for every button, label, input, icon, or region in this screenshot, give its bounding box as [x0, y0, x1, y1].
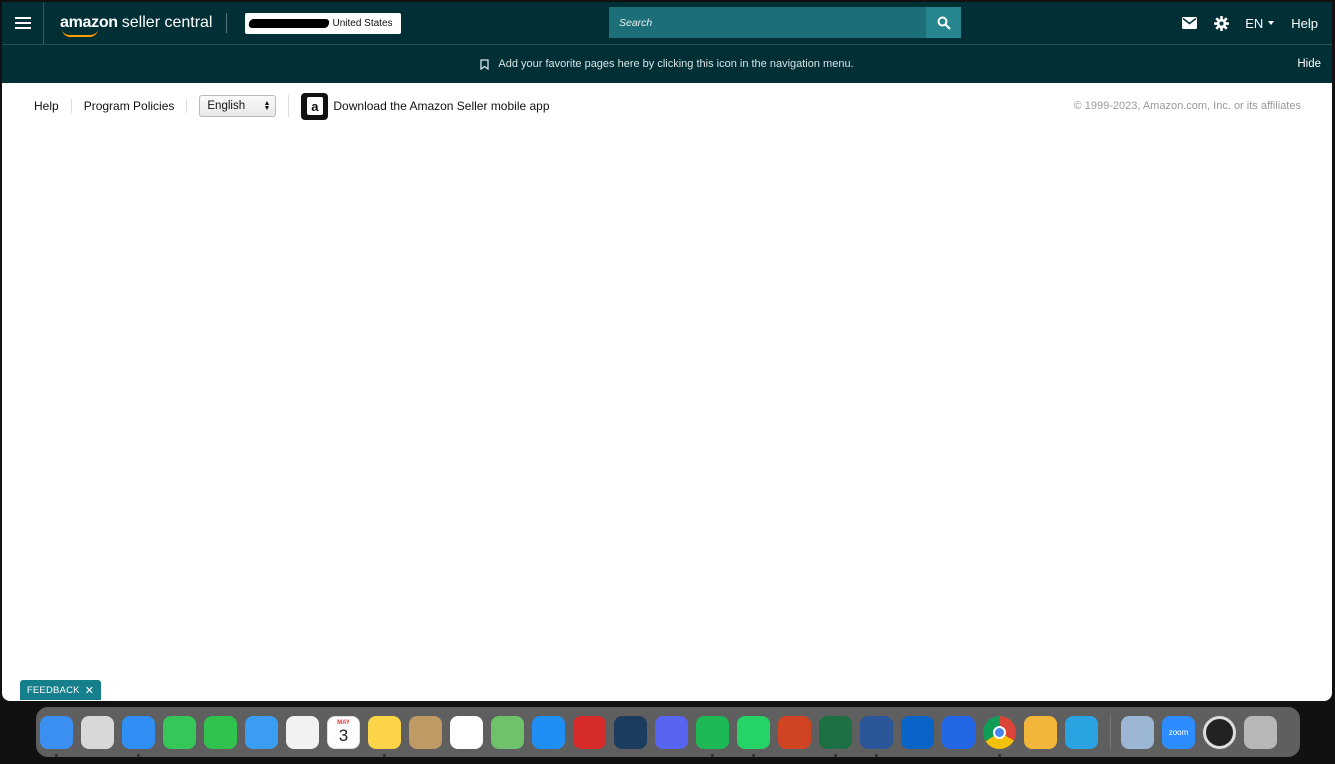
dock-preview-icon[interactable]: [1121, 715, 1154, 749]
seller-central-logo[interactable]: amazon seller central: [60, 14, 213, 37]
marketplace-switcher[interactable]: United States: [245, 12, 402, 34]
dock-excel-icon[interactable]: [819, 715, 852, 757]
running-indicator: [55, 753, 58, 757]
amazon-app-icon[interactable]: a: [301, 92, 329, 120]
footer-help-link[interactable]: Help: [34, 99, 72, 113]
logo-seller-central-text: seller central: [121, 14, 213, 31]
copyright-text: © 1999-2023, Amazon.com, Inc. or its aff…: [1073, 100, 1301, 112]
dock-finder-icon[interactable]: [40, 715, 73, 757]
dock-contacts-icon[interactable]: [409, 715, 442, 749]
footer-divider: [288, 95, 290, 117]
dock-spotify-icon[interactable]: [696, 715, 729, 757]
dock-reminders-icon[interactable]: [450, 715, 483, 749]
macos-dock: MAY 3 zoom: [36, 707, 1300, 757]
dock-mail-icon[interactable]: [245, 715, 278, 749]
shopping-bag-icon: a: [306, 97, 323, 115]
dock-trash-icon[interactable]: [1244, 715, 1277, 749]
dock-calendar-icon[interactable]: MAY 3: [327, 715, 360, 749]
running-indicator: [875, 753, 878, 757]
settings-button[interactable]: [1205, 15, 1237, 31]
gear-icon: [1213, 15, 1229, 31]
dock-powerpoint-icon[interactable]: [778, 715, 811, 749]
bookmark-icon: [480, 58, 490, 70]
help-link[interactable]: Help: [1291, 16, 1318, 31]
search-box: [609, 7, 961, 38]
redacted-store-name: [248, 18, 331, 28]
browser-viewport: amazon seller central United States Sear…: [2, 2, 1332, 701]
dock-photo-booth-icon[interactable]: [573, 715, 606, 749]
dock-maps-icon[interactable]: [491, 715, 524, 749]
dock-app-store-icon[interactable]: [532, 715, 565, 749]
language-select-value: English: [207, 100, 246, 112]
hamburger-icon: [14, 17, 31, 29]
nav-divider: [226, 13, 228, 33]
dock-chrome-icon[interactable]: [983, 715, 1016, 757]
search-button[interactable]: [926, 7, 961, 38]
logo-amazon-text: amazon: [60, 14, 118, 37]
dock-steam-icon[interactable]: [614, 715, 647, 749]
nav-right-tools: EN Help: [1173, 2, 1332, 44]
close-icon[interactable]: ✕: [85, 684, 94, 697]
running-indicator: [711, 753, 714, 757]
program-policies-link[interactable]: Program Policies: [72, 99, 188, 113]
dock-whatsapp-icon[interactable]: [737, 715, 770, 757]
dock-photos-icon[interactable]: [286, 715, 319, 749]
dock-pencil-app-icon[interactable]: [942, 715, 975, 749]
calendar-day: 3: [338, 726, 349, 745]
dock-clock-icon[interactable]: [1203, 715, 1236, 749]
hide-favorites-button[interactable]: Hide: [1297, 58, 1321, 70]
dock-cyberduck-icon[interactable]: [1024, 715, 1057, 749]
marketplace-country: United States: [332, 17, 393, 29]
chevron-down-icon: [1268, 21, 1275, 25]
dock-outlook-icon[interactable]: [901, 715, 934, 749]
dock-launchpad-icon[interactable]: [81, 715, 114, 749]
language-label: EN: [1245, 15, 1264, 31]
page-footer: Help Program Policies English ▲ ▼ a Downl…: [2, 83, 1332, 129]
zoom-label: zoom: [1168, 727, 1189, 737]
running-indicator: [998, 753, 1001, 757]
dock-facetime-icon[interactable]: [204, 715, 237, 749]
dock-telegram-icon[interactable]: [1065, 715, 1098, 749]
dock-notes-icon[interactable]: [368, 715, 401, 757]
mail-icon: [1181, 17, 1197, 29]
chrome-center: [993, 725, 1006, 739]
running-indicator: [137, 753, 140, 757]
favorites-bar: Add your favorite pages here by clicking…: [2, 44, 1332, 83]
language-dropdown[interactable]: EN: [1245, 15, 1275, 31]
dock-separator: [1110, 715, 1111, 749]
search-input[interactable]: [609, 7, 926, 38]
running-indicator: [383, 753, 386, 757]
search-icon: [937, 16, 951, 30]
feedback-button[interactable]: FEEDBACK ✕: [20, 680, 101, 700]
favorites-message: Add your favorite pages here by clicking…: [498, 58, 854, 70]
menu-button[interactable]: [2, 2, 44, 44]
feedback-label: FEEDBACK: [26, 684, 80, 696]
top-navigation: amazon seller central United States Sear…: [2, 2, 1332, 44]
dock-messages-icon[interactable]: [163, 715, 196, 749]
language-select[interactable]: English ▲ ▼: [199, 95, 277, 117]
select-arrows-icon: ▲ ▼: [263, 100, 271, 112]
dock-safari-icon[interactable]: [122, 715, 155, 757]
dock-discord-icon[interactable]: [655, 715, 688, 749]
dock-word-icon[interactable]: [860, 715, 893, 757]
dock-zoom-icon[interactable]: zoom: [1162, 715, 1195, 749]
running-indicator: [834, 753, 837, 757]
download-app-link[interactable]: Download the Amazon Seller mobile app: [333, 99, 549, 113]
running-indicator: [752, 753, 755, 757]
messages-button[interactable]: [1173, 17, 1205, 29]
